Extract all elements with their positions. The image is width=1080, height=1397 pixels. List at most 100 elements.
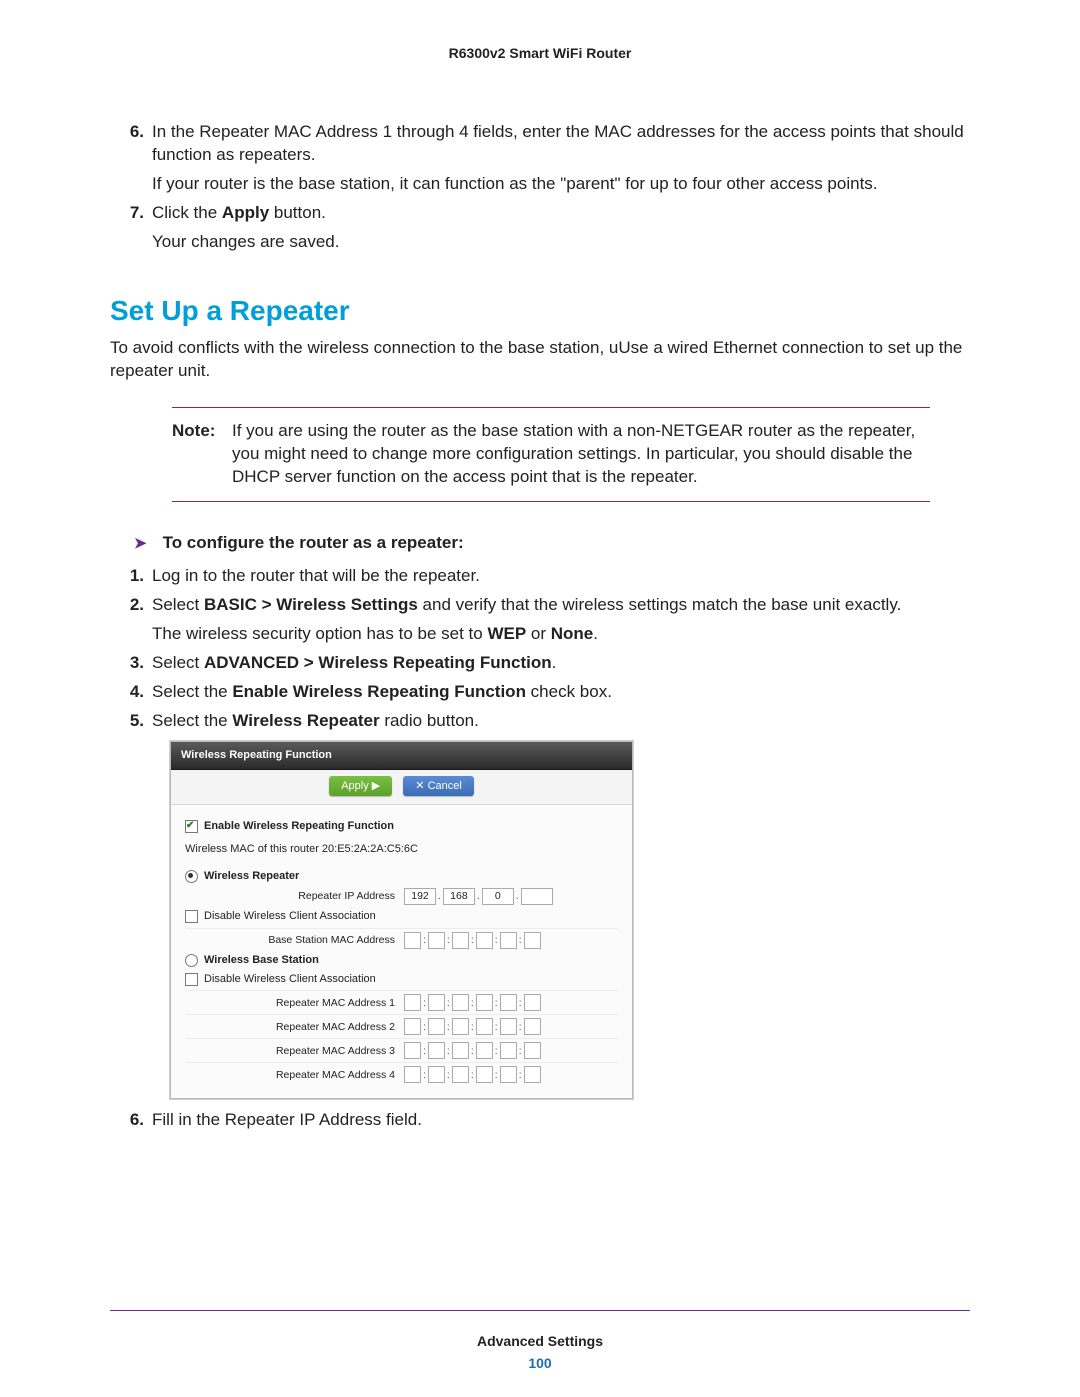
radio-name: Wireless Repeater [232,711,379,730]
colon-icon: : [447,933,450,947]
section-title: Set Up a Repeater [110,292,970,330]
apply-button[interactable]: Apply ▶ [329,776,392,797]
step-text: In the Repeater MAC Address 1 through 4 … [152,121,970,167]
mac-field[interactable] [500,994,517,1011]
dot-icon: . [438,889,441,903]
text-post: radio button. [380,711,479,730]
section-intro: To avoid conflicts with the wireless con… [110,337,970,383]
footer-chapter: Advanced Settings [0,1333,1080,1349]
mac-field[interactable] [476,1066,493,1083]
repeater-ip-label: Repeater IP Address [185,889,403,903]
text-pre: The wireless security option has to be s… [152,624,487,643]
apply-word: Apply [222,203,269,222]
wireless-base-row: Wireless Base Station [185,953,618,968]
procedure-arrow-icon: ➤ [134,534,147,554]
colon-icon: : [423,1020,426,1034]
mac-field[interactable] [428,994,445,1011]
text-pre: Click the [152,203,222,222]
mac-field[interactable] [404,1018,421,1035]
mac-field[interactable] [524,994,541,1011]
disable-client-assoc-label: Disable Wireless Client Association [204,909,376,924]
mac-field[interactable] [476,932,493,949]
colon-icon: : [495,996,498,1010]
prior-step-6: 6. In the Repeater MAC Address 1 through… [110,121,970,167]
text-post: and verify that the wireless settings ma… [418,595,901,614]
ip-octet-1[interactable]: 192 [404,888,436,905]
step-6: 6. Fill in the Repeater IP Address field… [110,1109,970,1132]
wireless-repeater-radio[interactable] [185,870,198,883]
text-pre: Select the [152,682,232,701]
ip-octet-3[interactable]: 0 [482,888,514,905]
repeater-mac-2-row: Repeater MAC Address 2 : : : : : [185,1014,618,1035]
mac-field[interactable] [452,1066,469,1083]
enable-repeating-row: Enable Wireless Repeating Function [185,819,618,834]
mac-field[interactable] [524,1018,541,1035]
mac-field[interactable] [428,932,445,949]
mac-field[interactable] [428,1042,445,1059]
mac-field[interactable] [524,1066,541,1083]
mac-field[interactable] [452,932,469,949]
note-bottom-rule [172,501,930,502]
colon-icon: : [423,996,426,1010]
text-post: . [593,624,598,643]
mac-field[interactable] [524,1042,541,1059]
mac-field[interactable] [500,932,517,949]
colon-icon: : [495,1044,498,1058]
ip-octet-2[interactable]: 168 [443,888,475,905]
mac-field[interactable] [404,1066,421,1083]
enable-repeating-checkbox[interactable] [185,820,198,833]
mac-field[interactable] [476,1018,493,1035]
cancel-button[interactable]: ✕ Cancel [403,776,474,797]
text-post: check box. [526,682,612,701]
note-label: Note: [172,420,232,489]
text-post: . [552,653,557,672]
wireless-base-label: Wireless Base Station [204,953,319,968]
repeater-mac-3-label: Repeater MAC Address 3 [185,1044,403,1058]
repeater-mac-1-row: Repeater MAC Address 1 : : : : : [185,990,618,1011]
colon-icon: : [447,1044,450,1058]
footer-rule [110,1310,970,1311]
mac-field[interactable] [524,932,541,949]
note-text: If you are using the router as the base … [232,420,924,489]
colon-icon: : [447,1020,450,1034]
mac-field[interactable] [452,1042,469,1059]
ip-octet-4[interactable] [521,888,553,905]
mac-field[interactable] [500,1018,517,1035]
mac-field[interactable] [452,994,469,1011]
mac-field[interactable] [404,932,421,949]
mac-field[interactable] [500,1066,517,1083]
repeater-mac-3-row: Repeater MAC Address 3 : : : : : [185,1038,618,1059]
colon-icon: : [471,1044,474,1058]
mac-field[interactable] [476,1042,493,1059]
mac-field[interactable] [404,994,421,1011]
colon-icon: : [519,1068,522,1082]
repeater-mac-4-label: Repeater MAC Address 4 [185,1068,403,1082]
colon-icon: : [519,1044,522,1058]
mac-field[interactable] [476,994,493,1011]
mac-field[interactable] [428,1018,445,1035]
mac-field[interactable] [500,1042,517,1059]
wireless-repeater-row: Wireless Repeater [185,869,618,884]
prior-step-7-sub: Your changes are saved. [152,231,970,254]
colon-icon: : [495,1020,498,1034]
colon-icon: : [471,996,474,1010]
router-mac-row: Wireless MAC of this router 20:E5:2A:2A:… [185,842,618,857]
disable-client-assoc-checkbox-2[interactable] [185,973,198,986]
note-block: Note: If you are using the router as the… [172,407,930,502]
step-text: Select the Enable Wireless Repeating Fun… [152,681,970,704]
panel-body: Enable Wireless Repeating Function Wirel… [171,805,632,1098]
text-post: button. [269,203,326,222]
repeater-mac-1-label: Repeater MAC Address 1 [185,996,403,1010]
mac-field[interactable] [404,1042,421,1059]
wireless-base-radio[interactable] [185,954,198,967]
mac-field[interactable] [452,1018,469,1035]
enable-repeating-label: Enable Wireless Repeating Function [204,819,394,834]
mac-field[interactable] [428,1066,445,1083]
step-text: Select the Wireless Repeater radio butto… [152,710,970,733]
step-text: Select ADVANCED > Wireless Repeating Fun… [152,652,970,675]
step-number: 3. [110,652,152,675]
disable-client-assoc-checkbox[interactable] [185,910,198,923]
checkbox-name: Enable Wireless Repeating Function [232,682,526,701]
none-word: None [551,624,594,643]
prior-step-7: 7. Click the Apply button. [110,202,970,225]
